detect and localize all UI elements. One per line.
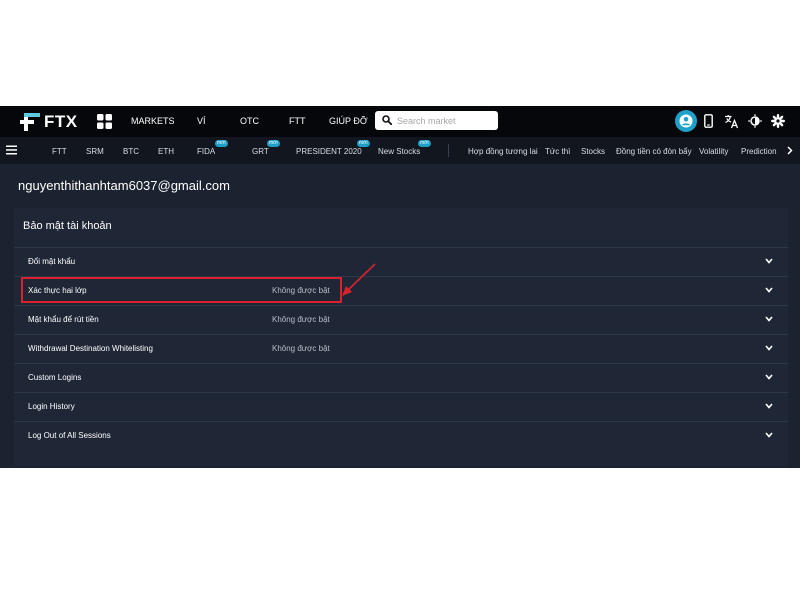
nav-otc[interactable]: OTC [240,116,259,126]
row-status: Không được bật [272,315,330,324]
market-tab-grt[interactable]: GRT [252,147,269,156]
search-market-input[interactable] [397,113,493,128]
panel-title: Bảo mật tài khoản [23,220,112,232]
nav-wallet[interactable]: VÍ [197,116,206,126]
chevron-down-icon[interactable] [765,345,773,351]
market-bar-divider [448,144,449,157]
nav-markets[interactable]: MARKETS [131,116,175,126]
chevron-right-icon[interactable] [787,146,793,155]
chevron-down-icon[interactable] [765,432,773,438]
nav-help[interactable]: GIÚP ĐỠ [329,116,368,126]
row-withdrawal-whitelisting[interactable]: Withdrawal Destination Whitelisting Khôn… [14,334,788,363]
market-tab-ftt[interactable]: FTT [52,147,67,156]
market-tab-fida[interactable]: FIDA [197,147,215,156]
row-custom-logins[interactable]: Custom Logins [14,363,788,392]
hamburger-menu-icon[interactable] [6,145,17,155]
search-market-box[interactable] [375,111,498,130]
row-label: Login History [28,402,75,411]
market-tab-eth[interactable]: ETH [158,147,174,156]
new-badge: mới [267,140,280,147]
annotation-highlight-box [21,277,342,303]
chevron-down-icon[interactable] [765,258,773,264]
chevron-down-icon[interactable] [765,287,773,293]
market-category-bar: FTT SRM BTC ETH FIDA mới GRT mới PRESIDE… [0,137,800,164]
row-label: Đổi mật khẩu [28,257,76,266]
row-label: Log Out of All Sessions [28,431,111,440]
new-badge: mới [215,140,228,147]
mobile-icon[interactable] [704,114,713,128]
market-tab-leveraged-tokens[interactable]: Đồng tiền có đòn bẩy [616,147,692,156]
user-avatar-button[interactable] [675,110,697,132]
new-badge: mới [357,140,370,147]
row-logout-all-sessions[interactable]: Log Out of All Sessions [14,421,788,450]
theme-toggle-icon[interactable] [748,114,762,128]
market-tab-spot[interactable]: Tức thì [545,147,570,156]
market-tab-volatility[interactable]: Volatility [699,147,728,156]
translate-icon[interactable] [724,114,739,129]
chevron-down-icon[interactable] [765,403,773,409]
new-badge: mới [418,140,431,147]
market-tab-stocks[interactable]: Stocks [581,147,605,156]
market-tab-futures[interactable]: Hợp đồng tương lai [468,147,538,156]
search-icon [382,115,392,125]
market-tab-president-2020[interactable]: PRESIDENT 2020 [296,147,362,156]
market-tab-btc[interactable]: BTC [123,147,139,156]
top-navigation-bar: FTX MARKETS VÍ OTC FTT GIÚP ĐỠ [0,106,800,137]
row-label: Withdrawal Destination Whitelisting [28,344,153,353]
settings-gear-icon[interactable] [771,114,785,128]
market-tab-new-stocks[interactable]: New Stocks [378,147,420,156]
account-security-panel: Bảo mật tài khoản Đổi mật khẩu Xác thực … [14,208,788,466]
chevron-down-icon[interactable] [765,316,773,322]
ftx-logo[interactable]: FTX [20,112,78,132]
annotation-arrow-icon [342,263,376,296]
row-change-password[interactable]: Đổi mật khẩu [14,247,788,276]
account-email: nguyenthithanhtam6037@gmail.com [18,178,230,193]
chevron-down-icon[interactable] [765,374,773,380]
row-login-history[interactable]: Login History [14,392,788,421]
market-tab-prediction[interactable]: Prediction [741,147,777,156]
market-tab-srm[interactable]: SRM [86,147,104,156]
row-withdrawal-password[interactable]: Mật khẩu để rút tiền Không được bật [14,305,788,334]
ftx-logo-icon [20,113,40,131]
row-label: Mật khẩu để rút tiền [28,315,99,324]
nav-ftt[interactable]: FTT [289,116,306,126]
row-label: Custom Logins [28,373,82,382]
ftx-logo-text: FTX [44,112,78,131]
user-avatar-icon [679,114,693,128]
row-status: Không được bật [272,344,330,353]
grid-icon[interactable] [97,114,112,129]
